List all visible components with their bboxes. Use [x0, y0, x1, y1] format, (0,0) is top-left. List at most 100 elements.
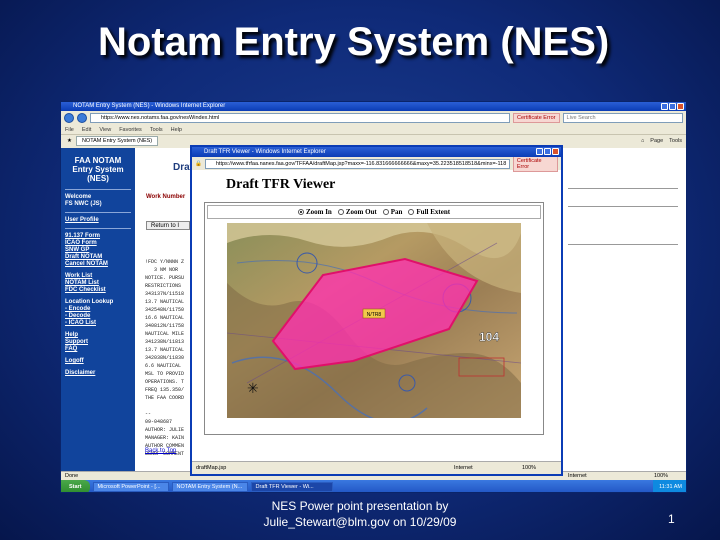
- home-icon[interactable]: ⌂: [641, 138, 644, 144]
- favorites-star-icon[interactable]: ★: [67, 138, 72, 144]
- taskbar-item-tfr-viewer[interactable]: Draft TFR Viewer - Wi...: [250, 482, 333, 492]
- map-tool-options: Zoom In Zoom Out Pan Full Extent: [207, 205, 541, 219]
- tab-nes[interactable]: NOTAM Entry System (NES): [75, 136, 159, 146]
- logo-line: FAA NOTAM: [74, 156, 122, 165]
- taskbar-item-nes[interactable]: NOTAM Entry System (N...: [171, 482, 248, 492]
- back-button[interactable]: [64, 113, 74, 123]
- slide-title: Notam Entry System (NES): [98, 20, 610, 64]
- main-address-bar[interactable]: https://www.nes.notams.faa.gov/nesWindex…: [90, 113, 510, 123]
- popup-zoom-level[interactable]: 100%: [522, 462, 536, 474]
- option-label: Full Extent: [416, 208, 451, 216]
- nav-draft-notam[interactable]: Draft NOTAM: [65, 254, 131, 261]
- divider: [568, 244, 678, 245]
- taskbar-item-powerpoint[interactable]: Microsoft PowerPoint - [...: [92, 482, 169, 492]
- menu-item-view[interactable]: View: [99, 127, 111, 133]
- nav-icao-form[interactable]: ICAO Form: [65, 240, 131, 247]
- divider: [65, 189, 131, 190]
- zoom-out-option[interactable]: Zoom Out: [337, 208, 377, 216]
- taskbar: Start Microsoft PowerPoint - [... NOTAM …: [61, 480, 686, 492]
- nav-encode[interactable]: - Encode: [65, 306, 131, 313]
- zoom-in-radio[interactable]: [297, 209, 304, 215]
- nav-user-profile[interactable]: User Profile: [65, 217, 131, 224]
- notam-line: AUTHOR: JULIE: [145, 427, 185, 433]
- popup-close-button[interactable]: [552, 148, 559, 155]
- tools-menu[interactable]: Tools: [669, 138, 682, 144]
- map-frame: Zoom In Zoom Out Pan Full Extent N/TR8 1…: [204, 202, 544, 435]
- back-to-top-link[interactable]: Back to Top: [145, 448, 176, 454]
- notam-line: 6.6 NAUTICAL: [145, 363, 182, 369]
- airport-marker-icon: ✳: [247, 381, 259, 397]
- nav-snw-gp[interactable]: SNW GP: [65, 247, 131, 254]
- notam-line: 13.7 NAUTICAL: [145, 347, 185, 353]
- map-elevation-badge: 104: [479, 330, 499, 344]
- nav-fdc-checklist[interactable]: FDC Checklist: [65, 287, 131, 294]
- left-navigation: FAA NOTAM Entry System (NES) Welcome FS …: [61, 148, 135, 471]
- tfr-viewer-window: Draft TFR Viewer - Windows Internet Expl…: [190, 145, 563, 476]
- menu-item-edit[interactable]: Edit: [82, 127, 91, 133]
- popup-window-controls: [536, 148, 559, 155]
- menu-item-help[interactable]: Help: [171, 127, 182, 133]
- nav-faq[interactable]: FAQ: [65, 346, 131, 353]
- nav-help[interactable]: Help: [65, 332, 131, 339]
- full-extent-radio[interactable]: [408, 209, 415, 215]
- nav-cancel-notam[interactable]: Cancel NOTAM: [65, 261, 131, 268]
- user-name: FS NWC (JS): [65, 201, 102, 207]
- popup-certificate-error[interactable]: Certificate Error: [512, 155, 558, 172]
- nav-work-list[interactable]: Work List: [65, 273, 131, 280]
- logo-line: (NES): [87, 174, 109, 183]
- nav-91137-form[interactable]: 91.137 Form: [65, 233, 131, 240]
- lock-icon: 🔒: [195, 160, 202, 167]
- notam-line: MSL TO PROVID: [145, 371, 185, 377]
- minimize-button[interactable]: [661, 103, 668, 110]
- page-menu[interactable]: Page: [650, 138, 663, 144]
- notam-line: OPERATIONS. T: [145, 379, 185, 385]
- nav-logoff[interactable]: Logoff: [65, 358, 131, 365]
- popup-address-bar[interactable]: https://www.tfrfaa.nanes.faa.gov/TFFAA/d…: [204, 158, 510, 169]
- menu-item-tools[interactable]: Tools: [150, 127, 163, 133]
- live-search-input[interactable]: Live Search: [562, 113, 683, 123]
- notam-line: 340812N/11758: [145, 323, 185, 329]
- pan-option[interactable]: Pan: [382, 208, 402, 216]
- notam-line: FREQ 135.350/: [145, 387, 185, 393]
- start-button[interactable]: Start: [61, 480, 90, 492]
- nav-icao-list[interactable]: - ICAO List: [65, 320, 131, 327]
- work-number-label: Work Number: [146, 194, 186, 200]
- nav-decode[interactable]: - Decode: [65, 313, 131, 320]
- menu-item-favorites[interactable]: Favorites: [119, 127, 142, 133]
- nav-disclaimer[interactable]: Disclaimer: [65, 370, 131, 377]
- popup-minimize-button[interactable]: [536, 148, 543, 155]
- menu-item-file[interactable]: File: [65, 127, 74, 133]
- nav-notam-list[interactable]: NOTAM List: [65, 280, 131, 287]
- nav-support[interactable]: Support: [65, 339, 131, 346]
- main-window-title: NOTAM Entry System (NES) - Windows Inter…: [73, 103, 226, 109]
- forward-button[interactable]: [77, 113, 87, 123]
- tfr-viewer-heading: Draft TFR Viewer: [226, 177, 336, 192]
- notam-line: 342548N/11750: [145, 307, 185, 313]
- popup-status-text: draftMap.jsp: [196, 465, 227, 471]
- notam-line: RESTRICTIONS: [145, 283, 182, 289]
- divider: [65, 212, 131, 213]
- location-lookup-label: Location Lookup: [65, 299, 114, 305]
- welcome-text: Welcome: [65, 194, 92, 200]
- window-controls: [661, 103, 684, 110]
- notam-text-block: !FDC Y/NNNN Z 3 NM NOR NOTICE. PURSU RESTR…: [145, 258, 191, 458]
- maximize-button[interactable]: [669, 103, 676, 110]
- notam-line: MANAGER: KAIN: [145, 435, 185, 441]
- sectional-chart-map[interactable]: N/TR8 104 ✳: [227, 223, 521, 418]
- close-button[interactable]: [677, 103, 684, 110]
- divider: [65, 228, 131, 229]
- zoom-in-option[interactable]: Zoom In: [297, 208, 332, 216]
- notam-line: !FDC Y/NNNN Z: [145, 259, 185, 265]
- notam-line: NOTICE. PURSU: [145, 275, 185, 281]
- notam-line: 16.6 NAUTICAL: [145, 315, 185, 321]
- zoom-out-radio[interactable]: [337, 209, 344, 215]
- pan-radio[interactable]: [382, 209, 389, 215]
- full-extent-option[interactable]: Full Extent: [408, 208, 450, 216]
- option-label: Zoom Out: [345, 208, 377, 216]
- return-button[interactable]: Return to I: [146, 221, 190, 230]
- certificate-error-badge[interactable]: Certificate Error: [513, 113, 560, 123]
- popup-maximize-button[interactable]: [544, 148, 551, 155]
- status-text: Done: [65, 473, 79, 479]
- tfr-label: N/TR8: [367, 312, 382, 318]
- notam-line: --: [145, 411, 152, 417]
